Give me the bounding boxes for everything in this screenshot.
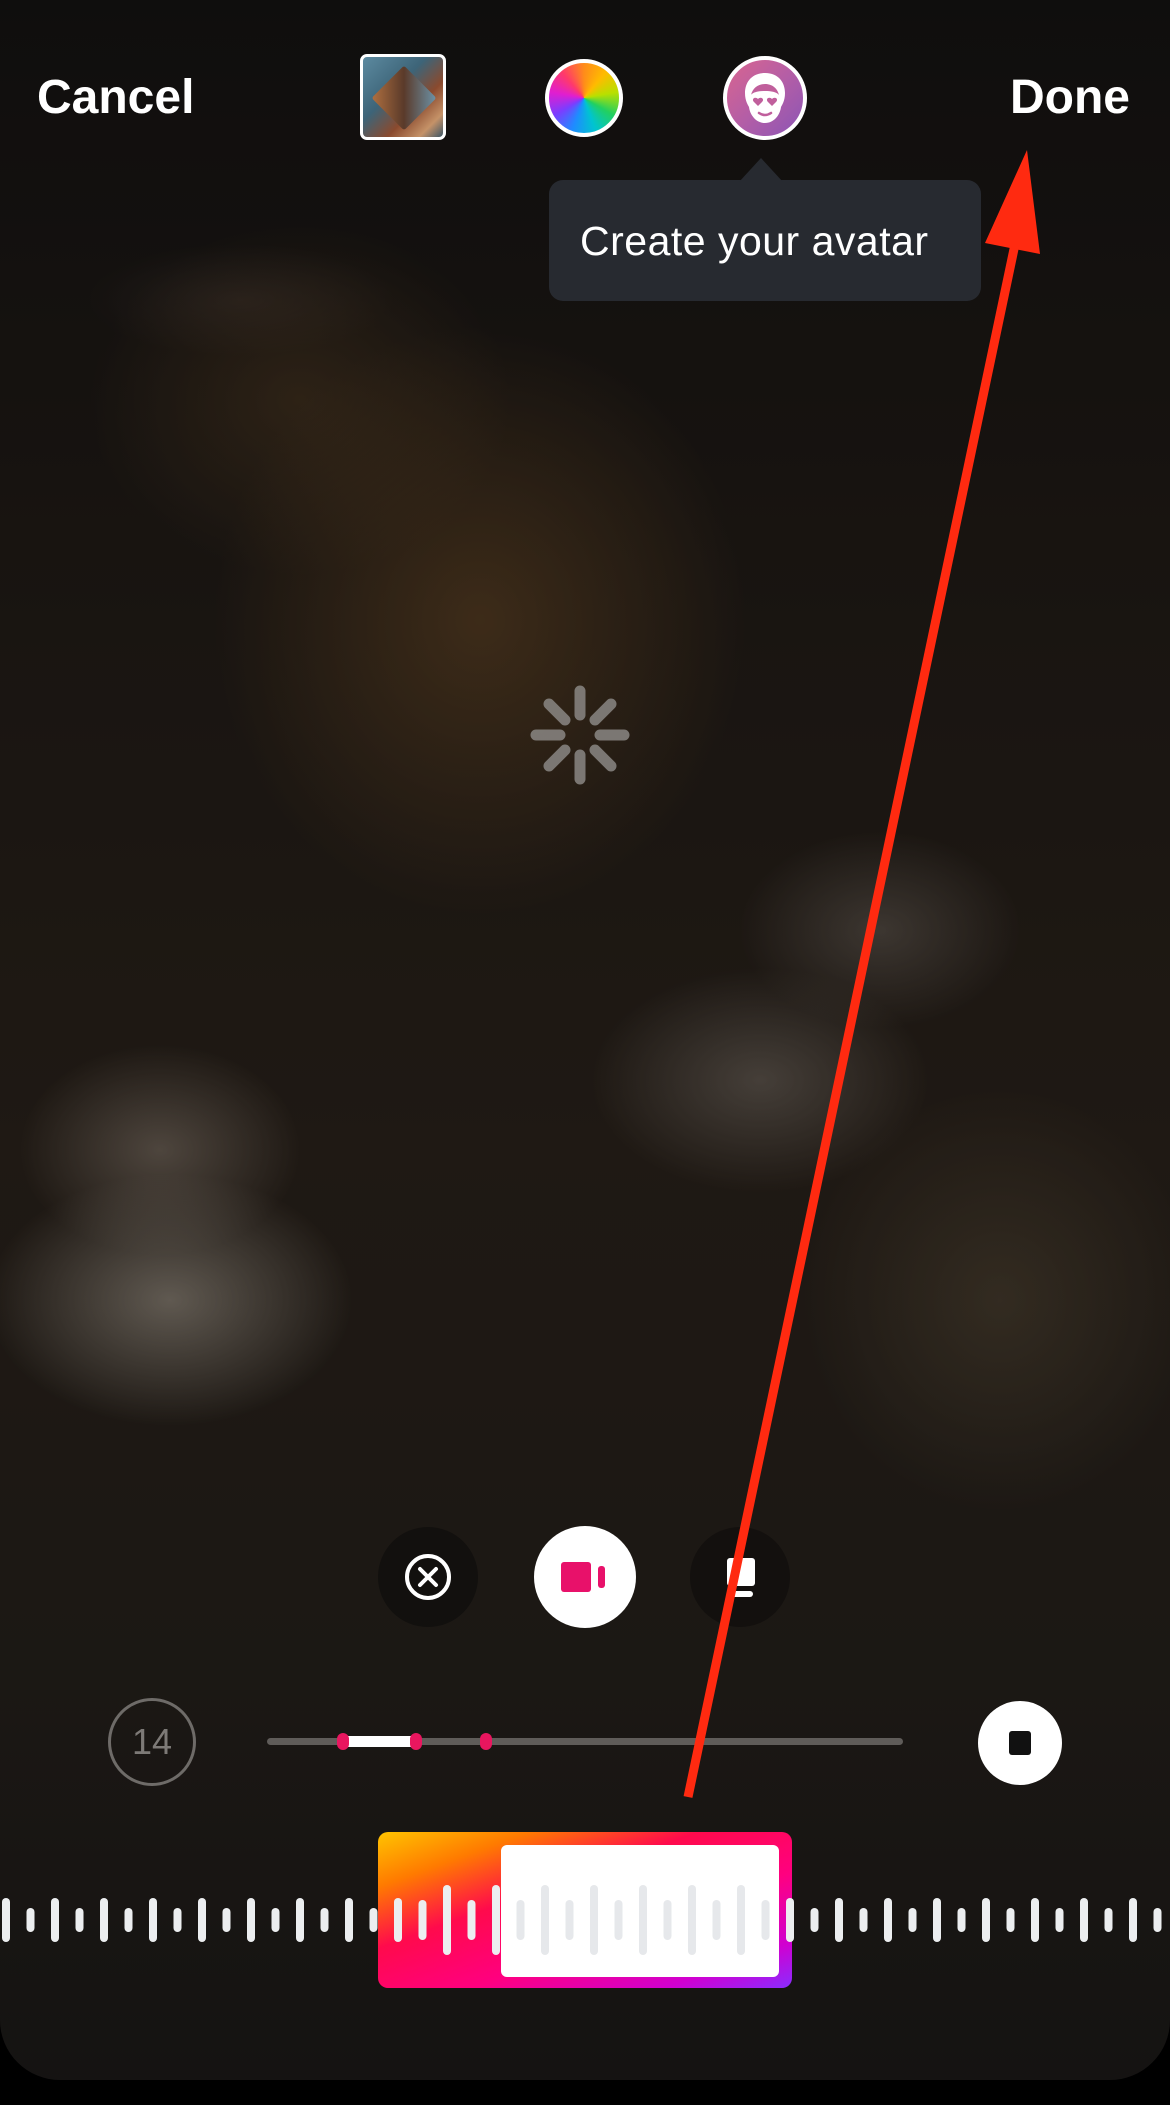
waveform-bar [394, 1898, 402, 1942]
stop-button[interactable] [978, 1701, 1062, 1785]
story-editor-screen: Cancel Done Create your avatar 14 [0, 0, 1170, 2080]
waveform-bar [786, 1898, 794, 1942]
waveform-bar [100, 1898, 108, 1942]
waveform-bar [247, 1898, 255, 1942]
waveform-bar [173, 1908, 182, 1932]
waveform-bar [1031, 1898, 1039, 1942]
waveform-bar [565, 1900, 574, 1940]
isometric-room-thumbnail-icon [371, 65, 437, 131]
timeline-marker[interactable] [337, 1733, 350, 1750]
sticker-thumbnail[interactable] [360, 54, 446, 140]
waveform-bar [810, 1908, 819, 1932]
waveform-bar [369, 1908, 378, 1932]
waveform-bar [663, 1900, 672, 1940]
waveform-bar [1080, 1898, 1088, 1942]
waveform-bar [26, 1908, 35, 1932]
waveform-bar [418, 1900, 427, 1940]
waveform-bar [271, 1908, 280, 1932]
waveform-bar [639, 1885, 647, 1955]
waveform-bar [737, 1885, 745, 1955]
waveform-bar [712, 1900, 721, 1940]
timeline-marker[interactable] [410, 1733, 423, 1750]
waveform-bar [908, 1908, 917, 1932]
waveform-bar [957, 1908, 966, 1932]
waveform-bar [1006, 1908, 1015, 1932]
layout-button[interactable] [690, 1527, 790, 1627]
waveform-bar [590, 1885, 598, 1955]
avatar-button[interactable] [723, 56, 807, 140]
waveform-bar [443, 1885, 451, 1955]
waveform-bar [1129, 1898, 1137, 1942]
waveform-bar [75, 1908, 84, 1932]
waveform-bar [516, 1900, 525, 1940]
cancel-button[interactable]: Cancel [37, 70, 194, 125]
waveform-bar [1055, 1908, 1064, 1932]
clip-count-badge: 14 [108, 1698, 196, 1786]
stop-icon [1009, 1731, 1031, 1755]
waveform-bar [198, 1898, 206, 1942]
tooltip-text: Create your avatar [580, 218, 929, 264]
waveform-bar [1153, 1908, 1162, 1932]
waveform-bar [933, 1898, 941, 1942]
waveform-bar [492, 1885, 500, 1955]
waveform-bar [467, 1900, 476, 1940]
spinner-icon [530, 685, 630, 785]
waveform-bar [149, 1898, 157, 1942]
waveform-bar [296, 1898, 304, 1942]
waveform-bar [982, 1898, 990, 1942]
waveform-bar [859, 1908, 868, 1932]
discard-button[interactable] [378, 1527, 478, 1627]
create-avatar-tooltip[interactable]: Create your avatar [549, 158, 981, 301]
waveform-bar [345, 1898, 353, 1942]
color-wheel-icon[interactable] [545, 59, 623, 137]
waveform-bar [835, 1898, 843, 1942]
waveform-bar [124, 1908, 133, 1932]
done-button[interactable]: Done [1010, 70, 1130, 125]
video-clip-icon [561, 1562, 605, 1592]
audio-waveform[interactable] [0, 1880, 1170, 1960]
clip-button[interactable] [534, 1526, 636, 1628]
x-circle-icon [405, 1554, 451, 1600]
waveform-bar [884, 1898, 892, 1942]
waveform-bar [541, 1885, 549, 1955]
waveform-bar [222, 1908, 231, 1932]
waveform-bar [2, 1898, 10, 1942]
avatar-face-icon [745, 73, 785, 123]
timeline-selection[interactable] [343, 1736, 417, 1747]
waveform-bar [320, 1908, 329, 1932]
waveform-bar [761, 1900, 770, 1940]
layout-icon [727, 1558, 755, 1597]
timeline-track[interactable] [267, 1733, 903, 1750]
timeline-marker[interactable] [480, 1733, 493, 1750]
waveform-bar [614, 1900, 623, 1940]
waveform-bar [51, 1898, 59, 1942]
waveform-bar [688, 1885, 696, 1955]
waveform-bar [1104, 1908, 1113, 1932]
